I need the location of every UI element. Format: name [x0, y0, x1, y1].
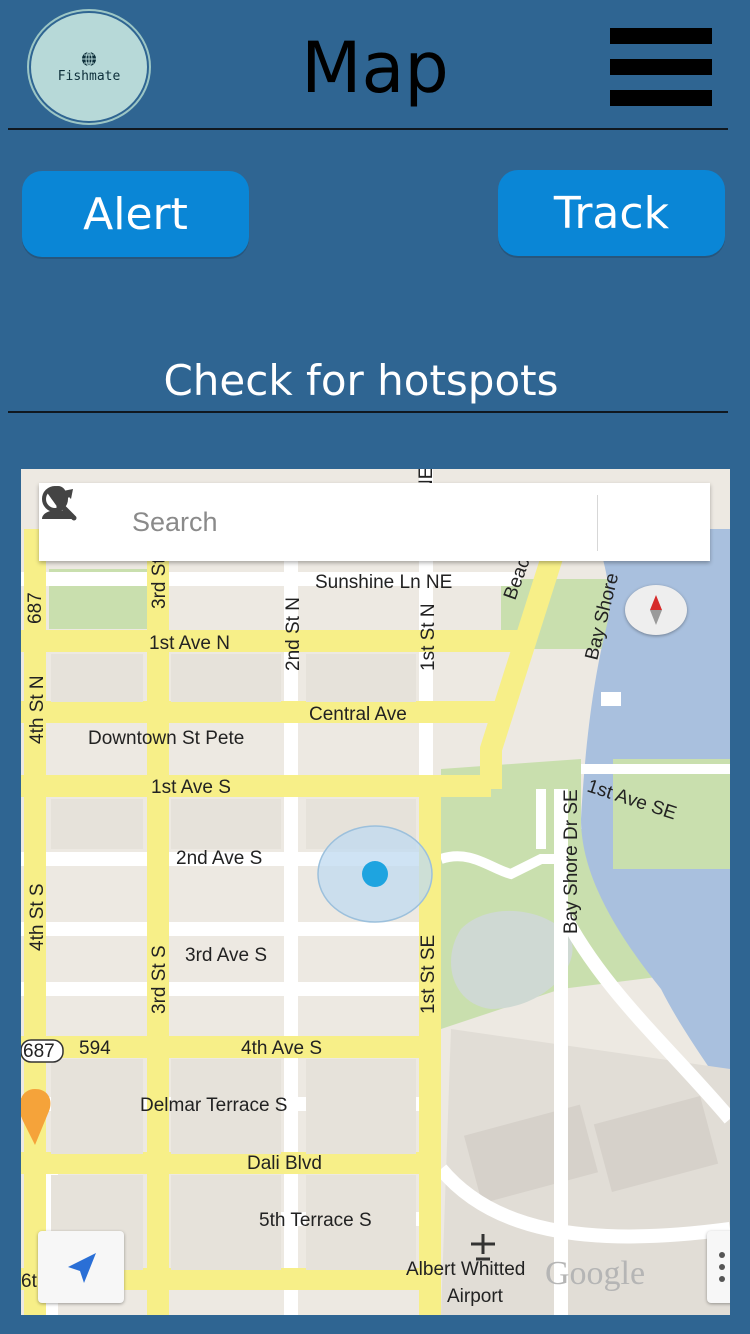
- label-second-ave-s: 2nd Ave S: [176, 848, 262, 869]
- google-logo: Google: [545, 1255, 645, 1292]
- label-downtown: Downtown St Pete: [88, 728, 244, 749]
- search-divider: [597, 495, 598, 551]
- map-view[interactable]: Sunshine Ln NE 1st Ave N Central Ave Dow…: [21, 469, 730, 1315]
- label-route-687-vertical: 687: [25, 592, 46, 624]
- menu-icon[interactable]: [610, 28, 712, 106]
- label-fourth-st-s: 4th St S: [27, 883, 48, 951]
- current-location-dot: [362, 861, 388, 887]
- label-bay-shore-dr: Bay Shore Dr SE: [561, 789, 582, 934]
- my-location-button[interactable]: [38, 1231, 124, 1303]
- label-airport-line1: Albert Whitted: [406, 1259, 525, 1280]
- header-divider: [8, 128, 728, 130]
- label-sunshine: Sunshine Ln NE: [315, 572, 452, 593]
- label-first-st-se: 1st St SE: [418, 935, 439, 1014]
- map-search-bar[interactable]: Search: [39, 483, 710, 561]
- label-third-ave-s: 3rd Ave S: [185, 945, 267, 966]
- label-first-ave-n: 1st Ave N: [149, 633, 230, 654]
- label-first-ave-s: 1st Ave S: [151, 777, 231, 798]
- label-second-st-n: 2nd St N: [283, 597, 304, 671]
- compass-icon[interactable]: [625, 585, 687, 635]
- profile-icon[interactable]: [39, 483, 77, 523]
- label-first-st-n: 1st St N: [418, 603, 439, 671]
- section-divider: [8, 411, 728, 413]
- label-dali: Dali Blvd: [247, 1153, 322, 1174]
- search-input[interactable]: Search: [132, 507, 218, 538]
- alert-button[interactable]: Alert: [22, 171, 249, 257]
- label-fifth-terrace: 5th Terrace S: [259, 1210, 372, 1231]
- label-route-594: 594: [79, 1038, 111, 1059]
- label-airport-line2: Airport: [447, 1286, 504, 1307]
- hotspots-heading: Check for hotspots: [163, 356, 559, 405]
- label-delmar: Delmar Terrace S: [140, 1095, 287, 1116]
- navigation-arrow-icon: [68, 1253, 96, 1283]
- label-fourth-ave-s: 4th Ave S: [241, 1038, 322, 1059]
- more-vert-icon: [719, 1252, 725, 1282]
- label-fourth-st-n: 4th St N: [27, 675, 48, 744]
- label-third-st-n: 3rd St: [149, 558, 170, 609]
- map-canvas[interactable]: Sunshine Ln NE 1st Ave N Central Ave Dow…: [21, 469, 730, 1315]
- label-route-687: 687: [23, 1041, 55, 1062]
- more-options-button[interactable]: [707, 1231, 730, 1303]
- label-third-st-s: 3rd St S: [149, 945, 170, 1014]
- track-button[interactable]: Track: [498, 170, 725, 256]
- label-central: Central Ave: [309, 704, 407, 725]
